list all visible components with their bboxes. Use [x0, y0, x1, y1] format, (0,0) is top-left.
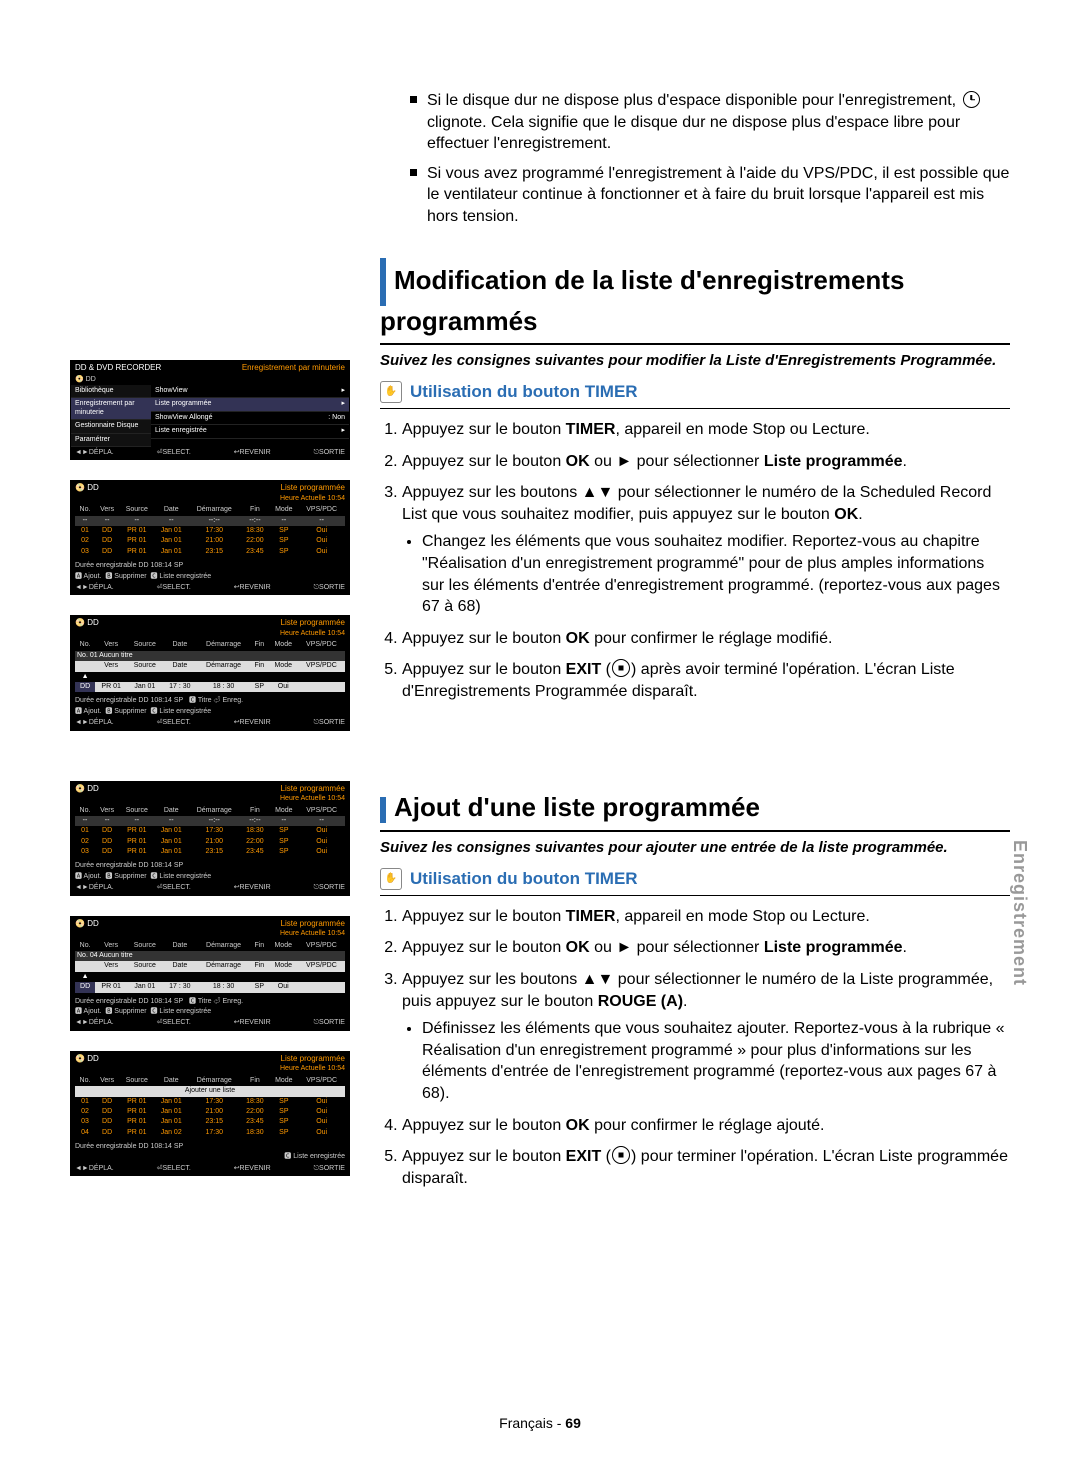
mock-list-4rows: 📀 DDListe programmée Heure Actuelle 10:5… — [70, 1051, 350, 1177]
mock-add-edit: 📀 DDListe programmée Heure Actuelle 10:5… — [70, 916, 350, 1031]
instructions-column: Si le disque dur ne dispose plus d'espac… — [380, 90, 1010, 1209]
step-3-sub: Changez les éléments que vous souhaitez … — [422, 531, 1010, 617]
mock-list-2: 📀 DDListe programmée Heure Actuelle 10:5… — [70, 781, 350, 896]
bullet-icon — [410, 169, 417, 176]
note-text: Si vous avez programmé l'enregistrement … — [427, 163, 1010, 228]
note-disk-full: Si le disque dur ne dispose plus d'espac… — [410, 90, 1010, 155]
left-screenshots-column: DD & DVD RECORDEREnregistrement par minu… — [70, 90, 350, 1209]
clock-icon — [963, 91, 980, 108]
subhead-timer-2: ✋ Utilisation du bouton TIMER — [380, 868, 1010, 896]
steps-add: Appuyez sur le bouton TIMER, appareil en… — [380, 906, 1010, 1190]
heading-modify: Modification de la liste d'enregistremen… — [380, 258, 1010, 345]
heading-add: Ajout d'une liste programmée — [380, 792, 1010, 831]
step-4: Appuyez sur le bouton OK pour confirmer … — [402, 1115, 1010, 1137]
step-2: Appuyez sur le bouton OK ou ► pour sélec… — [402, 451, 1010, 473]
step-3: Appuyez sur les boutons ▲▼ pour sélectio… — [402, 969, 1010, 1105]
step-5: Appuyez sur le bouton EXIT () après avoi… — [402, 659, 1010, 702]
steps-modify: Appuyez sur le bouton TIMER, appareil en… — [380, 419, 1010, 703]
hand-icon: ✋ — [380, 381, 402, 403]
intro-modify: Suivez les consignes suivantes pour modi… — [380, 351, 1010, 371]
exit-icon — [612, 659, 630, 677]
step-5: Appuyez sur le bouton EXIT () pour termi… — [402, 1146, 1010, 1189]
mock-edit-row: 📀 DDListe programmée Heure Actuelle 10:5… — [70, 615, 350, 730]
step-3-sub: Définissez les éléments que vous souhait… — [422, 1018, 1010, 1104]
step-4: Appuyez sur le bouton OK pour confirmer … — [402, 628, 1010, 650]
step-1: Appuyez sur le bouton TIMER, appareil en… — [402, 906, 1010, 928]
step-2: Appuyez sur le bouton OK ou ► pour sélec… — [402, 937, 1010, 959]
mock-menu: DD & DVD RECORDEREnregistrement par minu… — [70, 360, 350, 460]
note-vps-pdc: Si vous avez programmé l'enregistrement … — [410, 163, 1010, 228]
step-1: Appuyez sur le bouton TIMER, appareil en… — [402, 419, 1010, 441]
step-3: Appuyez sur les boutons ▲▼ pour sélectio… — [402, 482, 1010, 618]
bullet-icon — [410, 96, 417, 103]
exit-icon — [612, 1146, 630, 1164]
hand-icon: ✋ — [380, 868, 402, 890]
intro-add: Suivez les consignes suivantes pour ajou… — [380, 838, 1010, 858]
mock-list: 📀 DDListe programmée Heure Actuelle 10:5… — [70, 480, 350, 595]
subhead-timer-1: ✋ Utilisation du bouton TIMER — [380, 381, 1010, 409]
page-footer: Français - 69 — [0, 1415, 1080, 1431]
side-tab: Enregistrement — [1009, 840, 1030, 986]
